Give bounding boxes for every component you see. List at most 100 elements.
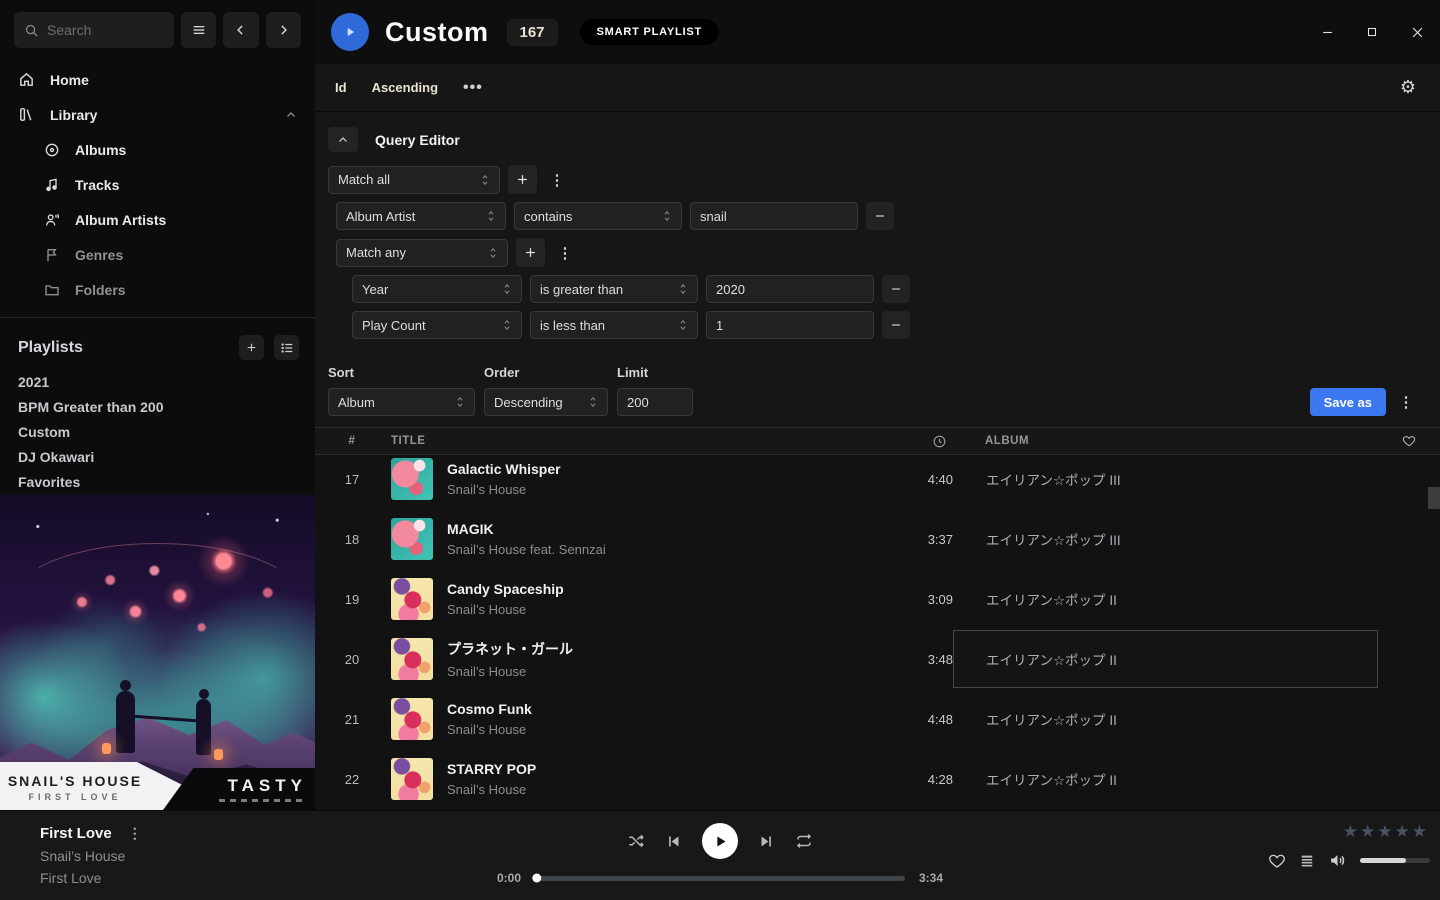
favorite-button[interactable] (1268, 852, 1286, 870)
table-row[interactable]: 17 Galactic Whisper Snail’s House 4:40 エ… (315, 449, 1440, 509)
sidebar-item-genres[interactable]: Genres (0, 237, 315, 272)
rule-operator-select[interactable]: is less than (530, 311, 698, 339)
mute-button[interactable] (1328, 851, 1347, 870)
more-options-button[interactable]: ••• (463, 79, 483, 97)
play-icon (343, 25, 357, 39)
remove-rule-button[interactable] (882, 275, 910, 303)
sidebar-item-albums[interactable]: Albums (0, 132, 315, 167)
column-favorite[interactable] (1378, 434, 1440, 448)
repeat-button[interactable] (795, 832, 813, 850)
column-index[interactable]: # (315, 435, 375, 447)
chevron-up-icon[interactable] (285, 109, 297, 121)
queue-button[interactable] (1299, 853, 1315, 869)
track-duration: 4:40 (873, 472, 953, 487)
track-artist[interactable]: Snail’s House (447, 602, 564, 617)
nav-forward-button[interactable] (266, 12, 301, 48)
menu-button[interactable] (181, 12, 216, 48)
repeat-icon (795, 832, 813, 850)
previous-button[interactable] (666, 834, 681, 849)
rule-operator-select[interactable]: contains (514, 202, 682, 230)
album-cell[interactable]: エイリアン☆ポップ III (953, 450, 1378, 508)
sidebar-item-library[interactable]: Library (0, 97, 315, 132)
playlist-item[interactable]: BPM Greater than 200 (0, 395, 315, 420)
table-row[interactable]: 18 MAGIK Snail’s House feat. Sennzai 3:3… (315, 509, 1440, 569)
remove-rule-button[interactable] (882, 311, 910, 339)
shuffle-button[interactable] (627, 832, 645, 850)
sort-field-button[interactable]: Id (335, 80, 347, 95)
rule-value-input[interactable] (706, 275, 874, 303)
rule-field-select[interactable]: Year (352, 275, 522, 303)
track-artist[interactable]: Snail’s House (447, 664, 573, 679)
album-cell[interactable]: エイリアン☆ポップ II (953, 570, 1378, 628)
close-button[interactable] (1409, 24, 1425, 40)
sidebar-item-home[interactable]: Home (0, 62, 315, 97)
rule-operator-select[interactable]: is greater than (530, 275, 698, 303)
table-row[interactable]: 22 STARRY POP Snail’s House 4:28 エイリアン☆ポ… (315, 749, 1440, 809)
rule-value-input[interactable] (706, 311, 874, 339)
playlist-item[interactable]: Favorites (0, 470, 315, 495)
table-row[interactable]: 21 Cosmo Funk Snail’s House 4:48 エイリアン☆ポ… (315, 689, 1440, 749)
order-select[interactable]: Descending (484, 388, 608, 416)
album-cell[interactable]: エイリアン☆ポップ II (953, 750, 1378, 808)
sidebar-item-album-artists[interactable]: Album Artists (0, 202, 315, 237)
music-note-icon (44, 177, 60, 193)
list-toolbar: Id Ascending ••• ⚙ (315, 64, 1440, 112)
star-icon[interactable]: ★ (1360, 823, 1375, 840)
playlist-item[interactable]: 2021 (0, 370, 315, 395)
group-options-button[interactable]: ⋮ (545, 166, 569, 194)
table-row[interactable]: 19 Candy Spaceship Snail’s House 3:09 エイ… (315, 569, 1440, 629)
play-playlist-button[interactable] (331, 13, 369, 51)
match-type-select[interactable]: Match all (328, 166, 500, 194)
next-button[interactable] (759, 834, 774, 849)
album-cell[interactable]: エイリアン☆ポップ III (953, 510, 1378, 568)
sidebar-item-folders[interactable]: Folders (0, 272, 315, 307)
match-type-select[interactable]: Match any (336, 239, 508, 267)
library-icon (18, 106, 35, 123)
album-cell[interactable]: エイリアン☆ポップ II (953, 690, 1378, 748)
add-rule-button[interactable] (516, 238, 545, 267)
sort-select[interactable]: Album (328, 388, 475, 416)
star-icon[interactable]: ★ (1395, 823, 1410, 840)
add-playlist-button[interactable] (239, 335, 264, 360)
playlist-item[interactable]: Custom (0, 420, 315, 445)
star-icon[interactable]: ★ (1377, 823, 1392, 840)
table-row[interactable]: 20 プラネット・ガール Snail’s House 3:48 エイリアン☆ポッ… (315, 629, 1440, 689)
group-options-button[interactable]: ⋮ (553, 239, 577, 267)
maximize-button[interactable] (1364, 24, 1380, 40)
add-rule-button[interactable] (508, 165, 537, 194)
seek-slider[interactable] (535, 876, 905, 881)
star-icon[interactable]: ★ (1343, 823, 1358, 840)
playlist-list-button[interactable] (274, 335, 299, 360)
star-icon[interactable]: ★ (1412, 823, 1427, 840)
seek-slider-handle[interactable] (532, 874, 541, 883)
settings-button[interactable]: ⚙ (1400, 77, 1416, 98)
remove-rule-button[interactable] (866, 202, 894, 230)
volume-slider[interactable] (1360, 858, 1430, 863)
limit-input[interactable] (617, 388, 693, 416)
track-artist[interactable]: Snail’s House feat. Sennzai (447, 542, 606, 557)
track-artist[interactable]: Snail’s House (447, 722, 532, 737)
save-as-button[interactable]: Save as (1310, 388, 1386, 416)
nav-back-button[interactable] (223, 12, 258, 48)
search-input[interactable]: Search (14, 12, 174, 48)
scrollbar-thumb[interactable] (1428, 487, 1440, 509)
collapse-query-editor-button[interactable] (328, 127, 358, 152)
column-title[interactable]: TITLE (375, 435, 873, 447)
track-title: プラネット・ガール (447, 639, 573, 659)
track-number: 18 (315, 532, 375, 547)
track-artist[interactable]: Snail’s House (447, 782, 536, 797)
column-album[interactable]: ALBUM (953, 435, 1378, 447)
playlist-item[interactable]: DJ Okawari (0, 445, 315, 470)
sort-order-button[interactable]: Ascending (372, 80, 438, 95)
play-pause-button[interactable] (702, 823, 738, 859)
save-options-button[interactable]: ⋮ (1394, 388, 1418, 416)
minimize-button[interactable] (1319, 24, 1335, 40)
album-cell[interactable]: エイリアン☆ポップ II (953, 630, 1378, 688)
rule-field-select[interactable]: Album Artist (336, 202, 506, 230)
column-duration[interactable] (873, 434, 953, 449)
sidebar-item-tracks[interactable]: Tracks (0, 167, 315, 202)
rule-value-input[interactable] (690, 202, 858, 230)
now-playing-cover[interactable]: SNAIL'S HOUSE FIRST LOVE TASTY (0, 495, 315, 810)
rule-field-select[interactable]: Play Count (352, 311, 522, 339)
track-artist[interactable]: Snail’s House (447, 482, 561, 497)
